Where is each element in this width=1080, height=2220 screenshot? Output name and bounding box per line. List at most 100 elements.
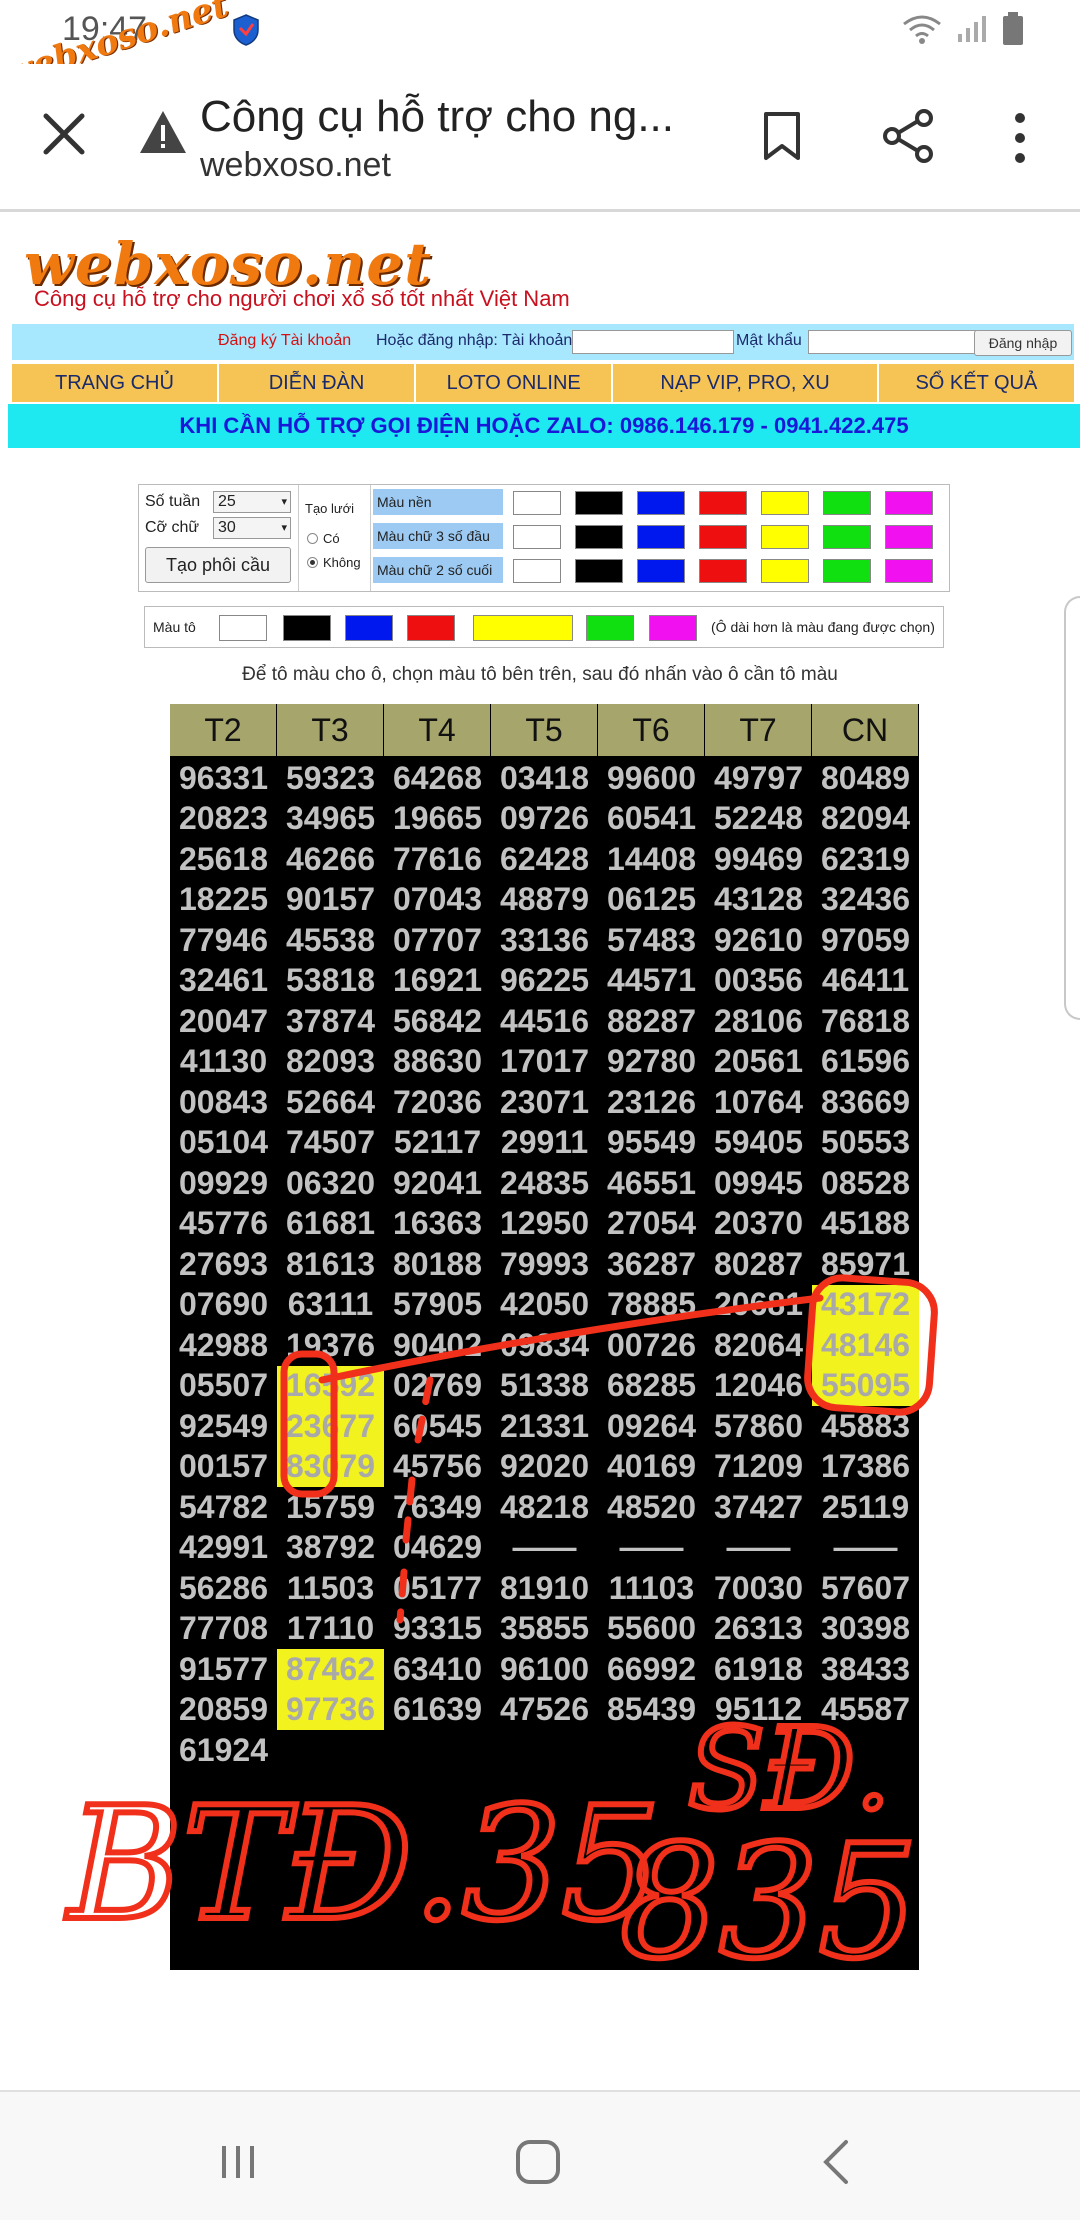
color-swatch[interactable] (699, 491, 747, 515)
grid-cell[interactable]: 52248 (705, 799, 812, 840)
brush-swatch[interactable] (586, 615, 634, 641)
grid-cell[interactable]: 70030 (705, 1568, 812, 1609)
page-title[interactable]: Công cụ hỗ trợ cho ng... (200, 92, 674, 142)
password-input[interactable] (808, 330, 976, 354)
brush-swatch[interactable] (473, 615, 573, 641)
grid-cell[interactable]: —— (598, 1528, 705, 1569)
color-swatch[interactable] (637, 491, 685, 515)
grid-cell[interactable]: 92610 (705, 920, 812, 961)
grid-cell[interactable]: 12950 (491, 1204, 598, 1245)
grid-cell[interactable]: 35855 (491, 1609, 598, 1650)
color-swatch[interactable] (823, 491, 871, 515)
grid-cell[interactable] (384, 1730, 491, 1771)
generate-button[interactable]: Tạo phôi cầu (145, 547, 291, 583)
grid-cell[interactable]: 09834 (491, 1325, 598, 1366)
grid-cell[interactable]: 90157 (277, 880, 384, 921)
username-input[interactable] (572, 330, 734, 354)
grid-cell[interactable]: 20823 (170, 799, 277, 840)
grid-cell[interactable]: 80489 (812, 758, 919, 799)
grid-cell[interactable]: 02769 (384, 1366, 491, 1407)
grid-cell[interactable]: 61924 (170, 1730, 277, 1771)
color-swatch[interactable] (575, 559, 623, 583)
grid-cell[interactable]: —— (705, 1528, 812, 1569)
brush-swatch[interactable] (649, 615, 697, 641)
grid-cell[interactable]: 46411 (812, 961, 919, 1002)
grid-cell[interactable]: 93315 (384, 1609, 491, 1650)
grid-cell[interactable]: 87462 (277, 1649, 384, 1690)
grid-cell[interactable]: 74507 (277, 1123, 384, 1164)
grid-cell[interactable]: 11503 (277, 1568, 384, 1609)
grid-cell[interactable]: 06125 (598, 880, 705, 921)
grid-cell[interactable]: 68285 (598, 1366, 705, 1407)
grid-cell[interactable]: 54782 (170, 1487, 277, 1528)
brush-swatch[interactable] (345, 615, 393, 641)
color-swatch[interactable] (637, 559, 685, 583)
color-swatch[interactable] (513, 491, 561, 515)
grid-cell[interactable]: 09929 (170, 1163, 277, 1204)
grid-cell[interactable]: 08528 (812, 1163, 919, 1204)
grid-cell[interactable]: 60545 (384, 1406, 491, 1447)
color-swatch[interactable] (823, 559, 871, 583)
grid-cell[interactable]: 43128 (705, 880, 812, 921)
grid-cell[interactable]: 45883 (812, 1406, 919, 1447)
grid-cell[interactable]: 91577 (170, 1649, 277, 1690)
grid-cell[interactable]: 41130 (170, 1042, 277, 1083)
grid-cell[interactable]: 17110 (277, 1609, 384, 1650)
grid-cell[interactable]: 20561 (705, 1042, 812, 1083)
grid-cell[interactable]: 15759 (277, 1487, 384, 1528)
warning-icon[interactable] (138, 108, 188, 156)
grid-no-radio[interactable] (307, 557, 318, 568)
grid-cell[interactable]: 83079 (277, 1446, 384, 1487)
grid-cell[interactable]: 77708 (170, 1609, 277, 1650)
grid-cell[interactable]: 85439 (598, 1690, 705, 1731)
grid-cell[interactable]: 19665 (384, 799, 491, 840)
grid-cell[interactable]: 45538 (277, 920, 384, 961)
grid-cell[interactable]: 61918 (705, 1649, 812, 1690)
grid-cell[interactable]: 56842 (384, 1001, 491, 1042)
grid-cell[interactable]: 71209 (705, 1447, 812, 1488)
grid-cell[interactable]: 63111 (277, 1285, 384, 1326)
grid-cell[interactable]: 52664 (277, 1082, 384, 1123)
grid-cell[interactable]: 23677 (277, 1406, 384, 1447)
grid-cell[interactable]: 57905 (384, 1285, 491, 1326)
brush-swatch[interactable] (219, 615, 267, 641)
grid-cell[interactable]: 77616 (384, 839, 491, 880)
grid-cell[interactable]: 96100 (491, 1649, 598, 1690)
grid-cell[interactable]: 92020 (491, 1447, 598, 1488)
grid-cell[interactable]: 45587 (812, 1690, 919, 1731)
grid-cell[interactable]: 20859 (170, 1690, 277, 1731)
grid-cell[interactable]: 42050 (491, 1285, 598, 1326)
grid-cell[interactable]: 38792 (277, 1528, 384, 1569)
home-icon[interactable] (508, 2132, 568, 2192)
grid-cell[interactable]: 27054 (598, 1204, 705, 1245)
login-button[interactable]: Đăng nhập (974, 330, 1072, 356)
back-icon[interactable] (808, 2132, 868, 2192)
grid-cell[interactable]: 52117 (384, 1123, 491, 1164)
grid-cell[interactable]: 95112 (705, 1690, 812, 1731)
grid-cell[interactable]: 20681 (705, 1285, 812, 1326)
more-options-icon[interactable] (1000, 110, 1040, 166)
grid-cell[interactable]: 51338 (491, 1366, 598, 1407)
grid-cell[interactable]: 24835 (491, 1163, 598, 1204)
grid-cell[interactable]: 64268 (384, 758, 491, 799)
color-swatch[interactable] (699, 559, 747, 583)
grid-cell[interactable]: 42988 (170, 1325, 277, 1366)
page-url[interactable]: webxoso.net (200, 146, 391, 185)
grid-cell[interactable]: 09264 (598, 1406, 705, 1447)
grid-cell[interactable]: 00157 (170, 1447, 277, 1488)
grid-cell[interactable]: 29911 (491, 1123, 598, 1164)
font-size-select[interactable]: 30 (213, 517, 291, 539)
grid-cell[interactable]: 80287 (705, 1244, 812, 1285)
grid-cell[interactable]: 42991 (170, 1528, 277, 1569)
grid-cell[interactable]: 38433 (812, 1649, 919, 1690)
grid-cell[interactable]: 14408 (598, 839, 705, 880)
grid-cell[interactable]: 21331 (491, 1406, 598, 1447)
grid-cell[interactable]: 03418 (491, 758, 598, 799)
grid-cell[interactable]: 60541 (598, 799, 705, 840)
register-link[interactable]: Đăng ký Tài khoản (218, 332, 351, 350)
grid-cell[interactable]: 32436 (812, 880, 919, 921)
grid-cell[interactable]: 16921 (384, 961, 491, 1002)
grid-cell[interactable]: 19376 (277, 1325, 384, 1366)
grid-cell[interactable]: 82093 (277, 1042, 384, 1083)
grid-cell[interactable]: 53818 (277, 961, 384, 1002)
